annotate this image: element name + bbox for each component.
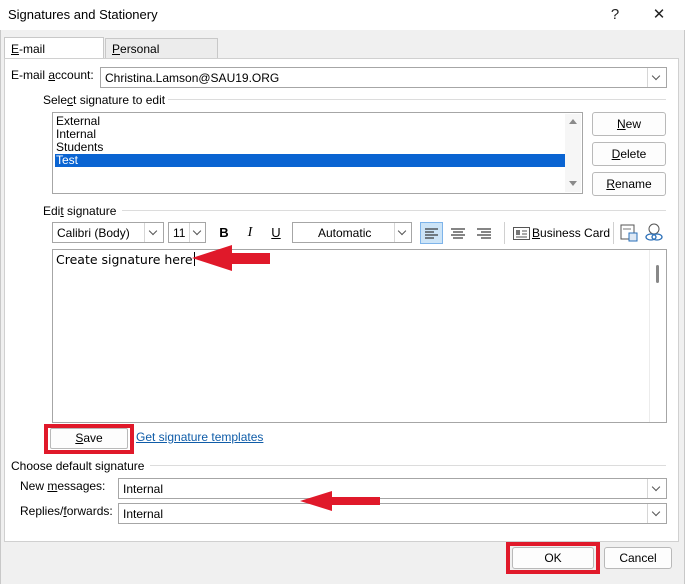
cancel-button[interactable]: Cancel — [604, 547, 672, 569]
delete-signature-button[interactable]: Delete — [592, 142, 666, 166]
tab-personal-stationery[interactable]: Personal Stationery — [105, 38, 218, 76]
bold-button[interactable]: B — [213, 222, 235, 244]
list-item[interactable]: Students — [55, 141, 566, 154]
save-button[interactable]: Save — [50, 428, 128, 449]
insert-hyperlink-button[interactable] — [643, 222, 665, 244]
red-arrow-icon — [192, 245, 270, 271]
align-center-icon — [451, 228, 465, 239]
signature-list[interactable]: External Internal Students Test — [52, 112, 583, 194]
new-messages-dropdown[interactable]: Internal — [118, 478, 667, 499]
font-size-dropdown[interactable]: 11 — [168, 222, 206, 243]
tab-personal-stationery-accesskey: P — [112, 42, 121, 56]
business-card-button[interactable]: Business Card — [510, 222, 610, 244]
picture-icon — [620, 224, 638, 242]
title-bar: Signatures and Stationery ? ✕ — [0, 0, 685, 30]
edit-signature-label: Edit signature — [43, 204, 117, 218]
replies-forwards-label: Replies/forwards: — [20, 504, 113, 518]
chevron-down-icon — [647, 504, 666, 523]
align-center-button[interactable] — [447, 223, 469, 243]
font-color-value: Automatic — [318, 226, 372, 240]
chevron-down-icon — [647, 479, 666, 498]
scroll-arrows-icon — [569, 119, 577, 186]
tab-email-signature[interactable]: E-mail Signature — [4, 37, 104, 78]
new-signature-button[interactable]: New — [592, 112, 666, 136]
list-item[interactable]: External — [55, 115, 566, 128]
scrollbar-thumb[interactable] — [656, 265, 659, 283]
email-account-label: E-mail account: — [11, 68, 94, 82]
align-left-button[interactable] — [420, 222, 443, 244]
list-item[interactable]: Internal — [55, 128, 566, 141]
business-card-icon — [513, 227, 530, 240]
divider — [122, 210, 666, 211]
align-right-button[interactable] — [473, 223, 495, 243]
chevron-down-icon — [189, 223, 205, 242]
get-signature-templates-link[interactable]: Get signature templates — [136, 430, 263, 444]
divider — [504, 222, 505, 244]
list-item-selected[interactable]: Test — [55, 154, 566, 167]
replies-forwards-dropdown[interactable]: Internal — [118, 503, 667, 524]
chevron-down-icon — [394, 223, 411, 242]
select-signature-label: Select signature to edit — [43, 93, 166, 107]
email-account-value: Christina.Lamson@SAU19.ORG — [105, 71, 280, 85]
chevron-down-icon — [144, 223, 163, 242]
email-account-dropdown[interactable]: Christina.Lamson@SAU19.ORG — [100, 67, 667, 88]
tab-email-signature-accesskey: E — [11, 42, 20, 56]
hyperlink-icon — [645, 223, 663, 241]
font-value: Calibri (Body) — [57, 226, 130, 240]
divider — [150, 465, 666, 466]
new-messages-label: New messages: — [20, 479, 106, 493]
signature-editor[interactable]: Create signature here — [52, 249, 667, 423]
window-title: Signatures and Stationery — [8, 7, 158, 22]
align-right-icon — [477, 228, 491, 239]
ok-button[interactable]: OK — [512, 547, 594, 569]
underline-button[interactable]: U — [265, 222, 287, 244]
new-messages-value: Internal — [123, 482, 164, 496]
font-dropdown[interactable]: Calibri (Body) — [52, 222, 164, 243]
close-button[interactable]: ✕ — [646, 4, 672, 26]
list-scrollbar[interactable] — [565, 114, 581, 192]
red-arrow-icon — [300, 491, 380, 511]
align-left-icon — [425, 228, 438, 239]
editor-scrollbar[interactable] — [649, 250, 666, 422]
insert-picture-button[interactable] — [618, 222, 640, 244]
font-size-value: 11 — [173, 226, 186, 240]
chevron-down-icon — [647, 68, 666, 87]
signature-editor-content: Create signature here — [56, 252, 195, 267]
business-card-label: Business Card — [532, 226, 611, 240]
replies-forwards-value: Internal — [123, 507, 164, 521]
divider — [168, 99, 666, 100]
default-signature-label: Choose default signature — [11, 459, 145, 473]
divider — [613, 222, 614, 244]
font-color-dropdown[interactable]: Automatic — [292, 222, 412, 243]
italic-button[interactable]: I — [239, 222, 261, 244]
rename-signature-button[interactable]: Rename — [592, 172, 666, 196]
help-button[interactable]: ? — [602, 4, 628, 26]
